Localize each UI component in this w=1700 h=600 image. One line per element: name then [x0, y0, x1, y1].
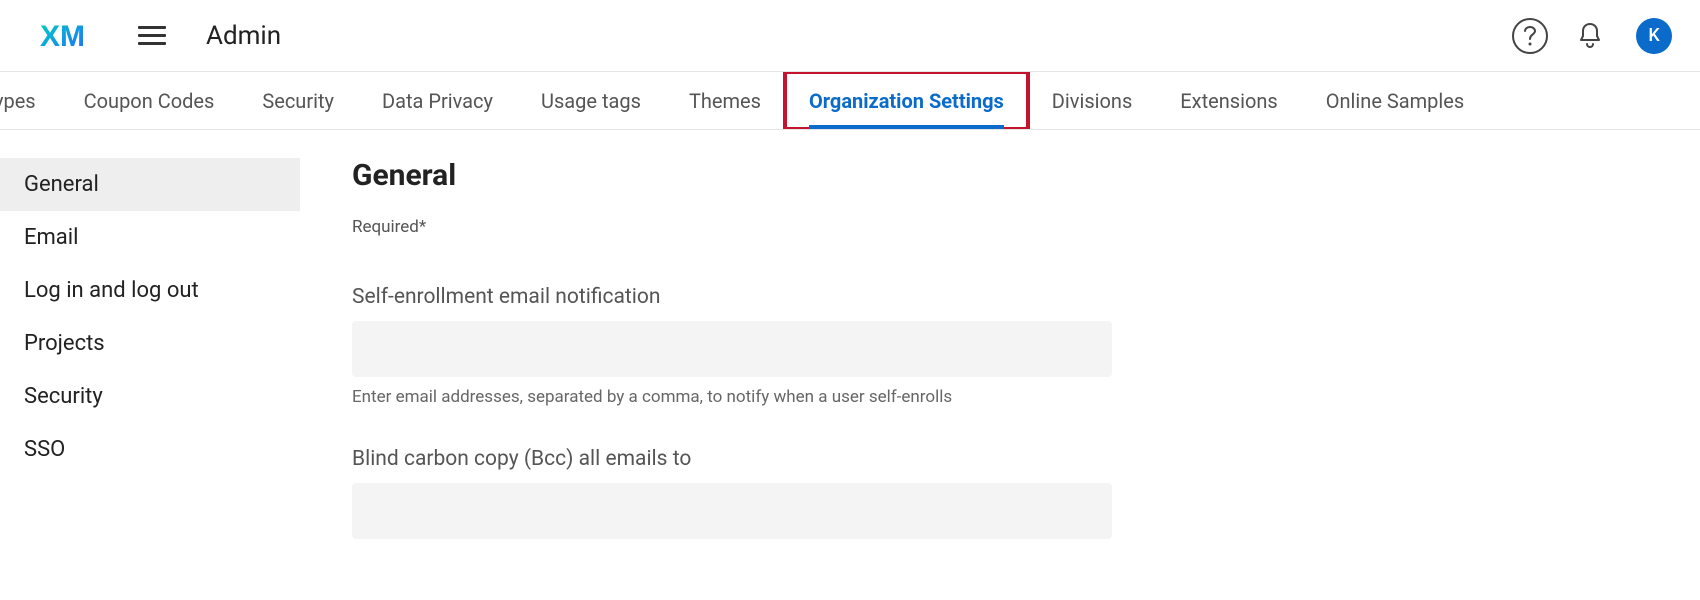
- tab-coupon-codes[interactable]: Coupon Codes: [60, 72, 239, 129]
- avatar[interactable]: K: [1636, 18, 1672, 54]
- svg-text:XM: XM: [40, 20, 85, 52]
- tab-organization-settings[interactable]: Organization Settings: [785, 72, 1028, 129]
- tab-divisions[interactable]: Divisions: [1028, 72, 1157, 129]
- tab-security[interactable]: Security: [238, 72, 358, 129]
- tab-data-privacy[interactable]: Data Privacy: [358, 72, 517, 129]
- sidebar-item-email[interactable]: Email: [0, 211, 300, 264]
- sidebar-item-security[interactable]: Security: [0, 370, 300, 423]
- tabs: ypes Coupon Codes Security Data Privacy …: [0, 72, 1700, 130]
- sidebar-item-projects[interactable]: Projects: [0, 317, 300, 370]
- sidebar-item-sso[interactable]: SSO: [0, 423, 300, 476]
- bcc-all-emails-input[interactable]: [352, 483, 1112, 539]
- required-hint: Required*: [352, 217, 1460, 237]
- field-label: Self-enrollment email notification: [352, 285, 1460, 309]
- sidebar: General Email Log in and log out Project…: [0, 130, 300, 579]
- field-self-enrollment-email: Self-enrollment email notification Enter…: [352, 285, 1460, 407]
- topbar: XM Admin K: [0, 0, 1700, 72]
- field-label: Blind carbon copy (Bcc) all emails to: [352, 447, 1460, 471]
- sidebar-item-general[interactable]: General: [0, 158, 300, 211]
- bell-icon[interactable]: [1572, 18, 1608, 54]
- tab-usage-tags[interactable]: Usage tags: [517, 72, 665, 129]
- help-icon[interactable]: [1512, 18, 1548, 54]
- main-content: General Required* Self-enrollment email …: [300, 130, 1500, 579]
- self-enrollment-email-input[interactable]: [352, 321, 1112, 377]
- tab-types[interactable]: ypes: [0, 72, 60, 129]
- field-help: Enter email addresses, separated by a co…: [352, 387, 1460, 407]
- page-title: General: [352, 158, 1460, 193]
- tab-online-samples[interactable]: Online Samples: [1302, 72, 1488, 129]
- app-title: Admin: [206, 21, 281, 51]
- xm-logo[interactable]: XM: [40, 20, 100, 52]
- tab-extensions[interactable]: Extensions: [1156, 72, 1301, 129]
- field-bcc-all-emails: Blind carbon copy (Bcc) all emails to: [352, 447, 1460, 539]
- avatar-letter: K: [1648, 25, 1659, 46]
- menu-icon[interactable]: [138, 22, 166, 50]
- sidebar-item-login-logout[interactable]: Log in and log out: [0, 264, 300, 317]
- tab-themes[interactable]: Themes: [665, 72, 785, 129]
